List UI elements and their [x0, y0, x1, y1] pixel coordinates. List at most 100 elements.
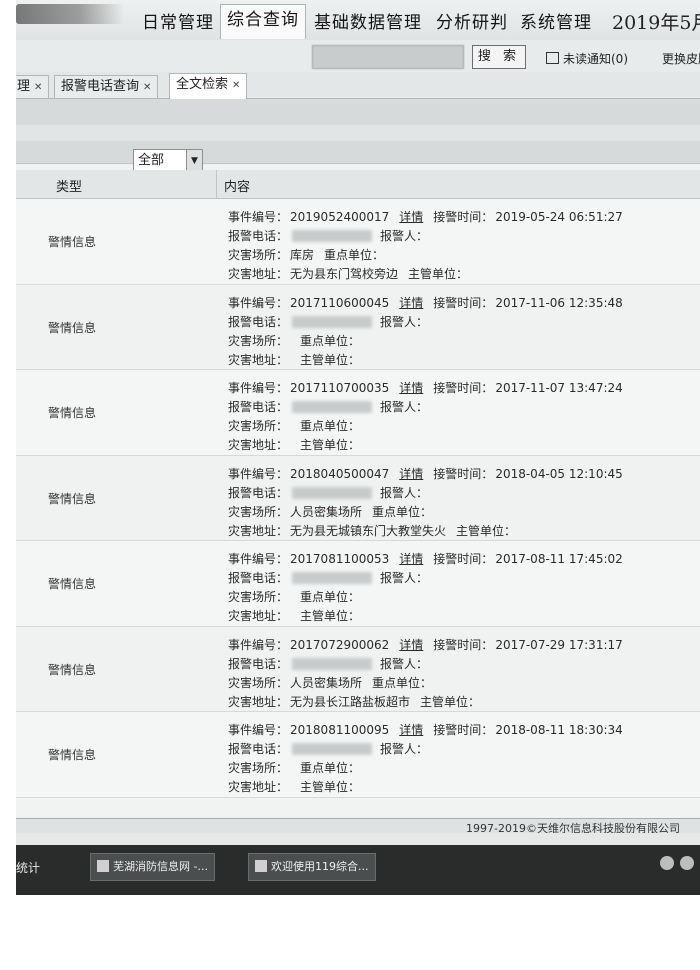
detail-link[interactable]: 详情	[399, 296, 423, 310]
record-row: 警情信息 事件编号： 2018081100095 详情 接警时间： 2018-08-11 …	[16, 712, 700, 798]
event-no: 2017110700035	[290, 381, 390, 395]
col-content: 内容	[224, 180, 251, 195]
record-line-phone: 报警电话： 报警人：	[228, 569, 428, 586]
manager-label: 主管单位：	[456, 523, 517, 538]
taskbar-button-browser[interactable]: 芜湖消防信息网 -...	[90, 853, 215, 881]
record-line-phone: 报警电话： 报警人：	[228, 227, 428, 244]
record-line-phone: 报警电话： 报警人：	[228, 740, 428, 757]
address-label: 灾害地址：	[228, 780, 289, 794]
event-no-label: 事件编号：	[228, 637, 289, 652]
detail-link[interactable]: 详情	[399, 210, 423, 224]
chevron-down-icon[interactable]: ▼	[186, 150, 202, 172]
unread-notice-label: 未读通知(0)	[563, 52, 628, 66]
type-filter-value: 全部	[138, 153, 165, 168]
manager-label: 主管单位：	[300, 438, 361, 452]
record-line-event: 事件编号： 2017110700035 详情 接警时间： 2017-11-07 13:4…	[228, 379, 623, 396]
record-row: 警情信息 事件编号： 2017072900062 详情 接警时间： 2017-07-29 …	[16, 626, 700, 712]
place-label: 灾害场所：	[228, 333, 289, 348]
key-unit-label: 重点单位：	[300, 761, 361, 775]
close-icon[interactable]: ✕	[143, 82, 151, 93]
app-window: 日常管理 综合查询 基础数据管理 分析研判 系统管理 2019年5月 搜 索 未…	[16, 0, 700, 895]
alarm-time-label: 接警时间：	[433, 637, 494, 652]
place-value: 人员密集场所	[290, 675, 363, 690]
reporter-label: 报警人：	[380, 314, 429, 329]
reporter-label: 报警人：	[380, 485, 429, 500]
redacted-phone	[292, 315, 373, 328]
record-line-phone: 报警电话： 报警人：	[228, 655, 428, 672]
nav-system-management[interactable]: 系统管理	[520, 8, 592, 33]
event-no-label: 事件编号：	[228, 210, 289, 224]
address-value: 无为县长江路盐板超市	[290, 694, 411, 709]
address-label: 灾害地址：	[228, 352, 289, 367]
record-row: 警情信息 事件编号： 2018040500047 详情 接警时间： 2018-04-05 …	[16, 455, 700, 541]
detail-link[interactable]: 详情	[399, 638, 423, 652]
tray-icon[interactable]	[680, 856, 694, 870]
alarm-time: 2019-05-24 06:51:27	[495, 210, 623, 224]
record-type: 警情信息	[48, 406, 97, 420]
close-icon[interactable]: ✕	[232, 80, 240, 91]
redacted-phone	[292, 743, 373, 755]
event-no: 2018081100095	[290, 723, 390, 737]
grid-header: 类型 内容	[16, 170, 700, 199]
key-unit-label: 重点单位：	[372, 504, 433, 519]
reporter-label: 报警人：	[380, 229, 429, 243]
detail-link[interactable]: 详情	[399, 552, 423, 566]
nav-daily-management[interactable]: 日常管理	[142, 8, 214, 33]
detail-link[interactable]: 详情	[399, 467, 423, 481]
key-unit-label: 重点单位：	[324, 248, 385, 262]
address-label: 灾害地址：	[228, 694, 289, 709]
redacted-phone	[292, 572, 373, 584]
nav-basic-data[interactable]: 基础数据管理	[314, 8, 422, 33]
nav-analysis[interactable]: 分析研判	[436, 8, 508, 33]
tab-bar: 理 ✕ 报警电话查询 ✕ 全文检索 ✕	[16, 72, 700, 99]
alarm-time: 2017-07-29 17:31:17	[495, 637, 623, 652]
change-skin-link[interactable]: 更换皮肤	[662, 50, 700, 67]
record-line-event: 事件编号： 2019052400017 详情 接警时间： 2019-05-24 06:5…	[228, 208, 623, 225]
record-row: 警情信息 事件编号： 2019052400017 详情 接警时间： 2019-05-24 …	[16, 199, 700, 285]
event-no-label: 事件编号：	[228, 552, 289, 566]
place-value: 人员密集场所	[290, 504, 363, 519]
record-line-address: 灾害地址： 主管单位：	[228, 778, 360, 795]
top-nav: 日常管理 综合查询 基础数据管理 分析研判 系统管理 2019年5月	[16, 0, 700, 41]
tray-icon[interactable]	[660, 856, 674, 870]
phone-label: 报警电话：	[228, 656, 289, 671]
toolbar-band	[16, 99, 700, 164]
search-button[interactable]: 搜 索	[472, 45, 526, 69]
tab-management[interactable]: 理 ✕	[16, 75, 50, 98]
window-icon	[97, 860, 109, 872]
key-unit-label: 重点单位：	[300, 590, 361, 604]
alarm-time-label: 接警时间：	[433, 723, 494, 737]
key-unit-label: 重点单位：	[372, 675, 433, 690]
record-row: 警情信息 事件编号： 2017110600045 详情 接警时间： 2017-11-06 …	[16, 284, 700, 370]
unread-notice[interactable]: 未读通知(0)	[546, 50, 628, 67]
tab-alarm-phone-query[interactable]: 报警电话查询 ✕	[54, 75, 159, 98]
system-tray	[654, 855, 694, 874]
reporter-label: 报警人：	[380, 742, 429, 756]
detail-link[interactable]: 详情	[399, 723, 423, 737]
reporter-label: 报警人：	[380, 656, 429, 671]
detail-link[interactable]: 详情	[399, 381, 423, 395]
redacted-phone	[292, 230, 373, 242]
taskbar-button-119[interactable]: 欢迎使用119综合...	[248, 853, 376, 881]
event-no-label: 事件编号：	[228, 381, 289, 395]
phone-label: 报警电话：	[228, 229, 289, 243]
tab-label: 报警电话查询	[61, 79, 140, 94]
place-label: 灾害场所：	[228, 675, 289, 690]
record-line-phone: 报警电话： 报警人：	[228, 313, 428, 330]
taskbar-label: 统计	[16, 861, 41, 875]
record-type: 警情信息	[48, 235, 97, 249]
alarm-time: 2017-08-11 17:45:02	[495, 552, 623, 566]
close-icon[interactable]: ✕	[34, 82, 42, 93]
manager-label: 主管单位：	[300, 352, 361, 367]
place-label: 灾害场所：	[228, 248, 289, 262]
record-line-event: 事件编号： 2017081100053 详情 接警时间： 2017-08-11 17:4…	[228, 550, 623, 567]
nav-comprehensive-query[interactable]: 综合查询	[220, 4, 306, 39]
record-line-place: 灾害场所： 库房 重点单位：	[228, 246, 384, 263]
record-line-place: 灾害场所： 人员密集场所 重点单位：	[228, 674, 432, 691]
event-no: 2018040500047	[290, 466, 390, 481]
event-no-label: 事件编号：	[228, 295, 289, 310]
tab-label: 理	[17, 79, 31, 94]
search-input[interactable]	[312, 45, 464, 69]
alarm-time: 2017-11-07 13:47:24	[495, 381, 623, 395]
tab-fulltext-search[interactable]: 全文检索 ✕	[169, 73, 248, 99]
